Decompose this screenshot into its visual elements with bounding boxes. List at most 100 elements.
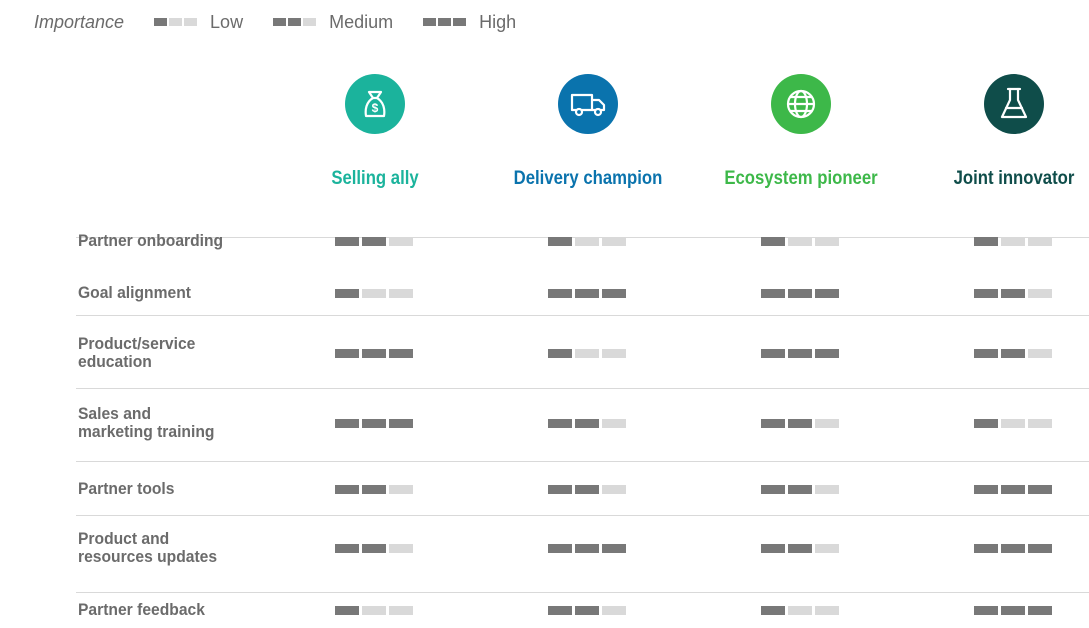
globe-icon: [771, 74, 831, 134]
bar-segment-empty: [815, 485, 839, 494]
bar-segment-filled: [389, 419, 413, 428]
bar-segment-empty: [1028, 349, 1052, 358]
legend-item-medium: Medium: [273, 12, 393, 33]
bar-segment-filled: [761, 485, 785, 494]
row-label-line: marketing training: [78, 422, 215, 441]
importance-bar-joint-innovator: [974, 544, 1055, 553]
money-bag-icon: $: [345, 74, 405, 134]
bar-segment-filled: [974, 485, 998, 494]
bar-segment-filled: [788, 485, 812, 494]
column-label-selling-ally: Selling ally: [331, 168, 419, 189]
bar-segment-filled: [761, 606, 785, 615]
bar-segment-filled: [761, 419, 785, 428]
bar-segment-filled: [761, 289, 785, 298]
bar-segment-empty: [389, 485, 413, 494]
bar-segment-filled: [335, 349, 359, 358]
legend-label-medium: Medium: [329, 11, 394, 32]
bar-segment-filled: [362, 485, 386, 494]
importance-bar-ecosystem-pioneer: [761, 544, 842, 553]
bar-segment-filled: [548, 606, 572, 615]
bar-segment-filled: [815, 289, 839, 298]
importance-bar-joint-innovator: [974, 606, 1055, 615]
bar-segment-empty: [815, 544, 839, 553]
bar-segment-filled: [548, 419, 572, 428]
row-label-line: Goal alignment: [78, 283, 191, 302]
importance-bar-delivery-champion: [548, 289, 629, 298]
row-label-line: education: [78, 352, 152, 371]
bar-segment-empty: [1001, 419, 1025, 428]
legend-label-high: High: [479, 11, 517, 32]
importance-bar-selling-ally: [335, 485, 416, 494]
bar-segment-filled: [1028, 485, 1052, 494]
importance-bar-delivery-champion: [548, 544, 629, 553]
bar-segment-empty: [389, 544, 413, 553]
bar-segment-empty: [602, 419, 626, 428]
bar-segment-filled: [1001, 606, 1025, 615]
importance-bar-delivery-champion: [548, 606, 629, 615]
bar-segment-filled: [575, 419, 599, 428]
row-label-product-and-resources-updates: Product and resources updates: [78, 530, 217, 566]
row-label-partner-tools: Partner tools: [78, 480, 174, 498]
table-row: [76, 221, 1089, 238]
bar-segment-filled: [389, 349, 413, 358]
bar-segment-filled: [602, 544, 626, 553]
bar-segment-filled: [548, 485, 572, 494]
bar-segment-filled: [548, 289, 572, 298]
legend-bars-high: [423, 18, 468, 26]
bar-segment-filled: [1001, 485, 1025, 494]
bar-segment-empty: [1028, 289, 1052, 298]
row-label-product-service-education: Product/service education: [78, 335, 195, 371]
importance-bar-ecosystem-pioneer: [761, 485, 842, 494]
importance-bar-selling-ally: [335, 349, 416, 358]
importance-bar-selling-ally: [335, 289, 416, 298]
bar-segment-filled: [974, 544, 998, 553]
bar-segment-filled: [575, 606, 599, 615]
row-label-line: resources updates: [78, 547, 218, 566]
column-label-joint-innovator: Joint innovator: [953, 168, 1075, 189]
bar-segment-filled: [335, 419, 359, 428]
row-label-partner-feedback: Partner feedback: [78, 601, 205, 619]
bar-segment-filled: [575, 485, 599, 494]
legend-bars-medium: [273, 18, 318, 26]
bar-segment-empty: [602, 606, 626, 615]
legend: Importance Low Medium High: [0, 10, 546, 34]
importance-bar-selling-ally: [335, 544, 416, 553]
legend-title: Importance: [34, 11, 125, 32]
bar-segment-filled: [548, 544, 572, 553]
row-label-line: Product/service: [78, 334, 196, 353]
bar-segment-filled: [362, 544, 386, 553]
column-label-delivery-champion: Delivery champion: [513, 168, 663, 189]
row-label-line: Sales and: [78, 404, 152, 423]
importance-bar-joint-innovator: [974, 485, 1055, 494]
bar-segment-filled: [575, 289, 599, 298]
row-label-goal-alignment: Goal alignment: [78, 284, 191, 302]
bar-segment-filled: [1001, 289, 1025, 298]
svg-text:$: $: [372, 101, 379, 115]
bar-segment-empty: [602, 485, 626, 494]
bar-segment-filled: [1028, 544, 1052, 553]
importance-bar-ecosystem-pioneer: [761, 289, 842, 298]
bar-segment-empty: [602, 349, 626, 358]
bar-segment-filled: [788, 349, 812, 358]
bar-segment-filled: [335, 485, 359, 494]
bar-segment-filled: [335, 606, 359, 615]
bar-segment-filled: [815, 349, 839, 358]
bar-segment-filled: [788, 544, 812, 553]
importance-bar-ecosystem-pioneer: [761, 606, 842, 615]
legend-item-low: Low: [154, 12, 243, 33]
bar-segment-filled: [761, 544, 785, 553]
bar-segment-filled: [974, 606, 998, 615]
bar-segment-empty: [389, 606, 413, 615]
bar-segment-filled: [974, 349, 998, 358]
importance-bar-ecosystem-pioneer: [761, 349, 842, 358]
importance-bar-delivery-champion: [548, 349, 629, 358]
bar-segment-filled: [335, 289, 359, 298]
bar-segment-filled: [788, 289, 812, 298]
legend-item-high: High: [423, 12, 516, 33]
importance-bar-joint-innovator: [974, 349, 1055, 358]
truck-icon: [558, 74, 618, 134]
bar-segment-filled: [362, 349, 386, 358]
bar-segment-empty: [575, 349, 599, 358]
bar-segment-empty: [815, 606, 839, 615]
importance-bar-joint-innovator: [974, 419, 1055, 428]
